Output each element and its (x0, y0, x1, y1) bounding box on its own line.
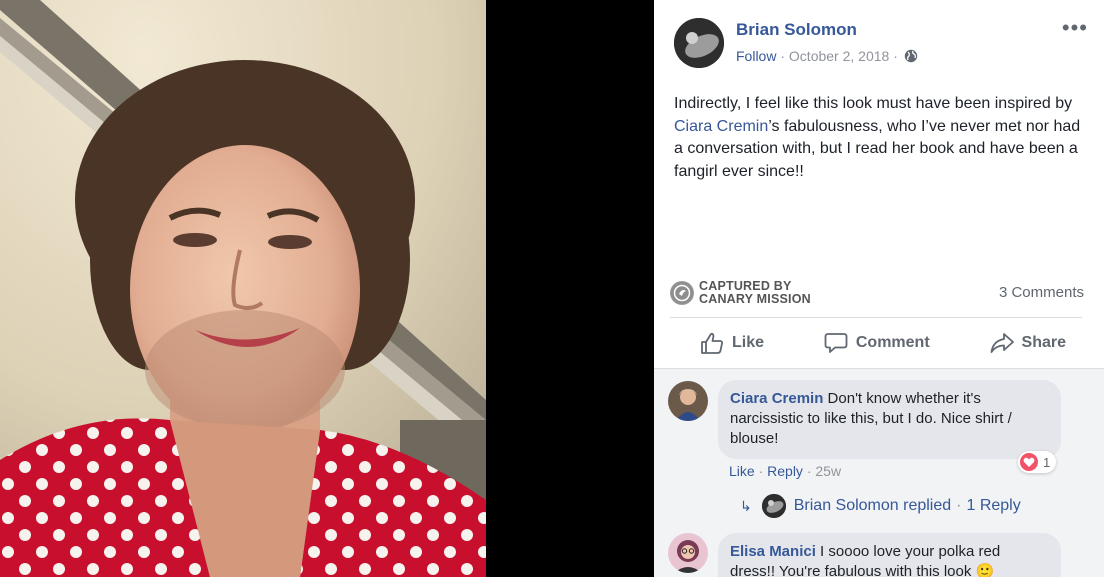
like-button[interactable]: Like (700, 332, 764, 354)
comment-separator: · (806, 463, 812, 479)
comments-count[interactable]: 3 Comments (999, 284, 1084, 301)
canary-mission-logo-icon (670, 281, 694, 305)
author-name[interactable]: Brian Solomon (736, 20, 857, 40)
author-avatar[interactable] (674, 18, 724, 68)
share-arrow-icon (990, 333, 1014, 353)
comment-separator: · (758, 463, 764, 479)
mention-link[interactable]: Ciara Cremin (674, 118, 768, 135)
comments-section: Ciara Cremin Don't know whether it's nar… (654, 368, 1104, 577)
heart-icon (1020, 453, 1038, 471)
comment-age[interactable]: 25w (815, 463, 841, 479)
comment-reply-link[interactable]: Reply (767, 463, 803, 479)
replies-author: Brian Solomon replied (793, 497, 952, 514)
commenter-name[interactable]: Elisa Manici (730, 543, 816, 560)
action-bar: Like Comment Share (670, 322, 1082, 364)
post-panel: Brian Solomon Follow · October 2, 2018 ·… (654, 0, 1104, 577)
post-body: Indirectly, I feel like this look must h… (674, 93, 1084, 183)
follow-link[interactable]: Follow (736, 48, 776, 64)
reply-author-avatar (761, 494, 786, 518)
commenter-name[interactable]: Ciara Cremin (730, 390, 823, 407)
share-button[interactable]: Share (990, 332, 1066, 354)
captured-by-text: Captured by Canary Mission (699, 280, 811, 306)
captured-line2: Canary Mission (699, 292, 811, 306)
meta-separator: · (780, 48, 786, 64)
lightbox-gap (486, 0, 654, 577)
commenter-avatar[interactable] (668, 381, 708, 421)
reply-arrow-icon: ↳ (740, 497, 752, 514)
more-horizontal-icon[interactable]: ••• (1062, 17, 1088, 39)
selfie-image (0, 0, 486, 577)
comment-label: Comment (855, 334, 930, 351)
post-text-part1: Indirectly, I feel like this look must h… (674, 95, 1073, 112)
commenter-avatar-image (668, 381, 708, 421)
comment-button[interactable]: Comment (824, 332, 930, 354)
comment-bubble-icon (824, 333, 848, 353)
replies-count: 1 Reply (966, 497, 1021, 514)
commenter-avatar-image (668, 533, 708, 573)
comment-bubble: Ciara Cremin Don't know whether it's nar… (718, 380, 1061, 459)
reaction-number: 1 (1043, 454, 1051, 470)
like-label: Like (732, 334, 765, 351)
post-date[interactable]: October 2, 2018 (789, 48, 889, 64)
avatar-image (674, 18, 724, 68)
share-label: Share (1021, 334, 1066, 351)
replies-link[interactable]: ↳ Brian Solomon replied · 1 Reply (740, 494, 1021, 518)
post-photo[interactable] (0, 0, 486, 577)
thumbs-up-icon (701, 332, 723, 354)
comment-bubble: Elisa Manici I soooo love your polka red… (718, 533, 1061, 577)
comment-actions: Like · Reply · 25w (729, 463, 841, 479)
comment-like-link[interactable]: Like (729, 463, 755, 479)
captured-by-badge: Captured by Canary Mission (670, 278, 811, 308)
post-meta: Follow · October 2, 2018 · (736, 48, 918, 64)
commenter-avatar[interactable] (668, 533, 708, 573)
post-header: Brian Solomon Follow · October 2, 2018 ·… (674, 17, 1094, 70)
globe-icon (904, 49, 917, 63)
reaction-count[interactable]: 1 (1018, 451, 1057, 473)
meta-separator: · (893, 48, 898, 64)
divider (670, 317, 1082, 318)
replies-separator: · (956, 497, 962, 514)
